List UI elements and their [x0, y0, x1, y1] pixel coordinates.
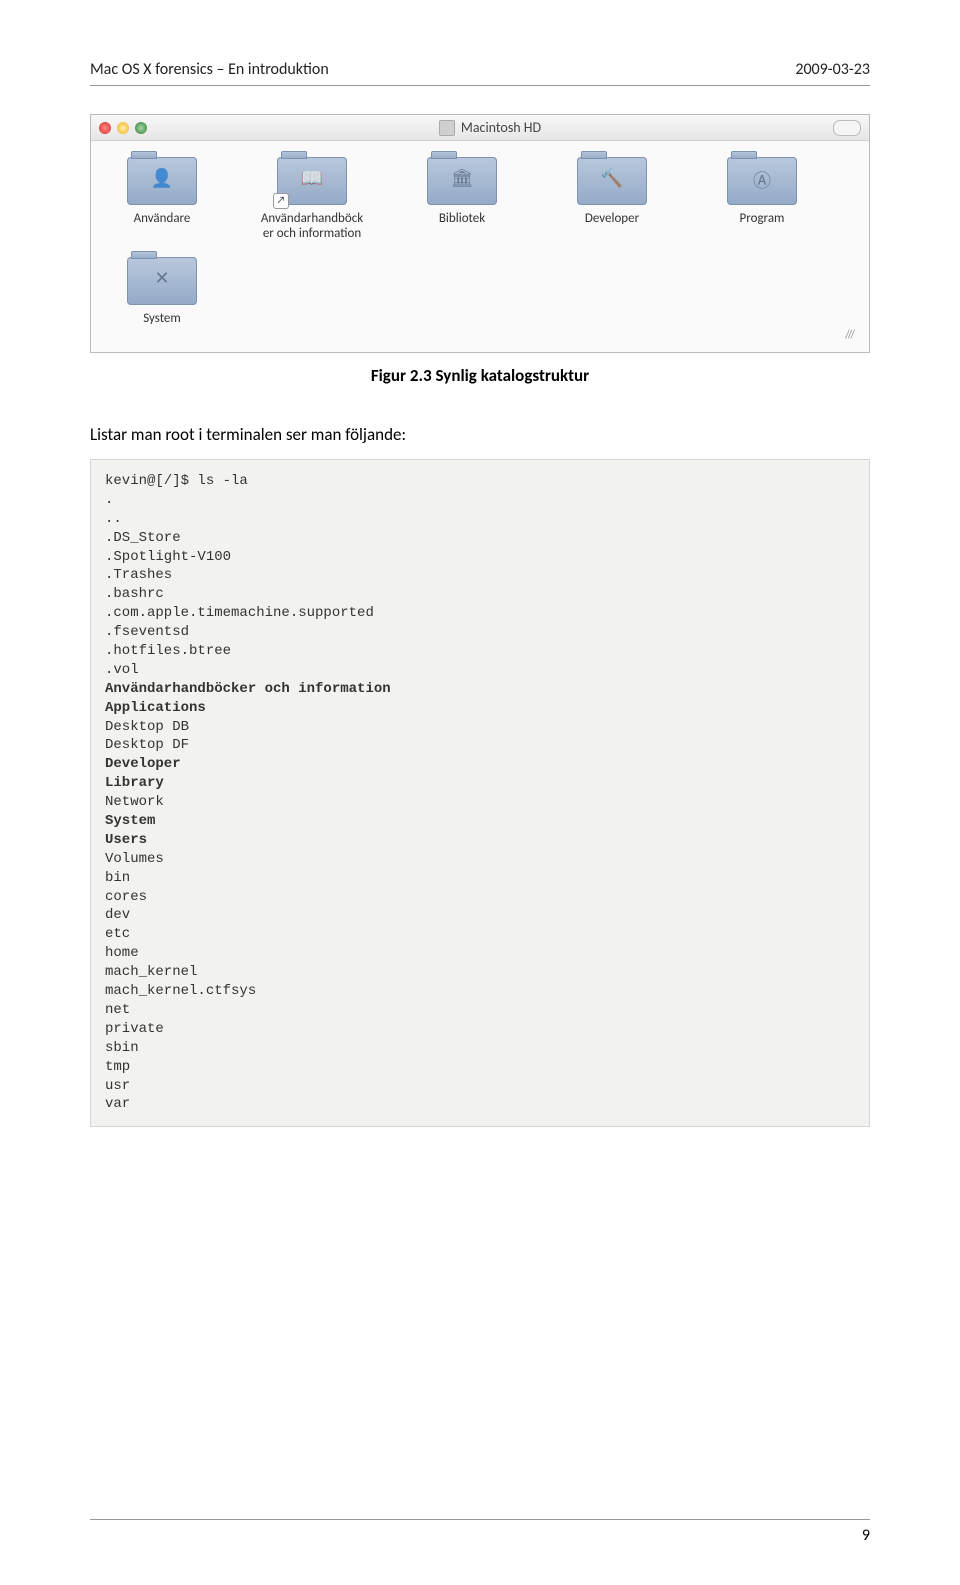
folder-item[interactable]: ✕ System	[103, 257, 221, 326]
folder-item[interactable]: 📖↗ Användarhandböck er och information	[253, 157, 371, 241]
alias-arrow-icon: ↗	[273, 193, 289, 209]
page-footer: 9	[90, 1519, 870, 1545]
footer-rule	[90, 1519, 870, 1520]
resize-grip-icon[interactable]: ///	[103, 326, 857, 344]
icon-grid: 👤 Användare 📖↗ Användarhandböck er och info…	[103, 157, 857, 326]
folder-icon: 📖↗	[277, 157, 347, 205]
window-body: 👤 Användare 📖↗ Användarhandböck er och info…	[91, 141, 869, 352]
intro-text: Listar man root i terminalen ser man föl…	[90, 424, 870, 445]
window-title: Macintosh HD	[461, 119, 541, 136]
figure-caption: Figur 2.3 Synlig katalogstruktur	[90, 365, 870, 386]
folder-label: Användarhandböck er och information	[253, 211, 371, 241]
folder-label: Användare	[103, 211, 221, 226]
page-header: Mac OS X forensics – En introduktion 200…	[90, 60, 870, 79]
folder-label: Developer	[553, 211, 671, 226]
minimize-icon[interactable]	[117, 122, 129, 134]
folder-icon: ✕	[127, 257, 197, 305]
close-icon[interactable]	[99, 122, 111, 134]
folder-label: System	[103, 311, 221, 326]
header-rule	[90, 85, 870, 86]
finder-window: Macintosh HD 👤 Användare 📖↗ Användarhandböc…	[90, 114, 870, 353]
folder-item[interactable]: Ⓐ Program	[703, 157, 821, 241]
header-right: 2009-03-23	[795, 60, 870, 79]
folder-item[interactable]: 🔨 Developer	[553, 157, 671, 241]
folder-label: Program	[703, 211, 821, 226]
window-titlebar: Macintosh HD	[91, 115, 869, 141]
folder-label: Bibliotek	[403, 211, 521, 226]
terminal-output: kevin@[/]$ ls -la . .. .DS_Store .Spotli…	[90, 459, 870, 1127]
folder-item[interactable]: 🏛 Bibliotek	[403, 157, 521, 241]
header-left: Mac OS X forensics – En introduktion	[90, 60, 329, 79]
folder-icon: 👤	[127, 157, 197, 205]
folder-icon: 🔨	[577, 157, 647, 205]
disk-icon	[439, 120, 455, 136]
folder-icon: Ⓐ	[727, 157, 797, 205]
zoom-icon[interactable]	[135, 122, 147, 134]
folder-icon: 🏛	[427, 157, 497, 205]
folder-item[interactable]: 👤 Användare	[103, 157, 221, 241]
toolbar-toggle-button[interactable]	[833, 120, 861, 136]
page-number: 9	[90, 1526, 870, 1545]
